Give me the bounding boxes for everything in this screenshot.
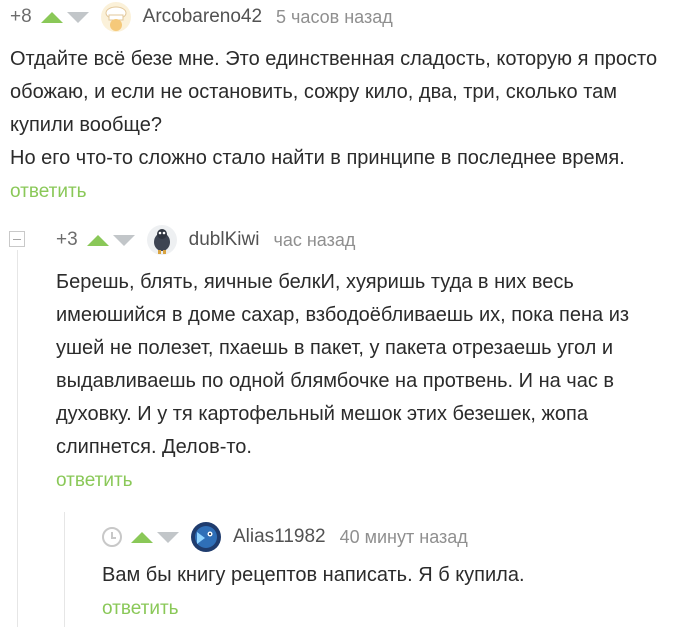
- clock-icon: [102, 527, 122, 547]
- reply-button[interactable]: ответить: [56, 470, 700, 492]
- comment-alias11982: Alias11982 40 минут назад Вам бы книгу р…: [102, 521, 700, 620]
- blue-creature-avatar-icon: [191, 522, 221, 552]
- thread-line[interactable]: [17, 250, 18, 627]
- comment-header: +3 dublKiwi час назад: [56, 224, 700, 256]
- author-name[interactable]: dublKiwi: [189, 229, 260, 251]
- collapse-thread-button[interactable]: [9, 231, 25, 247]
- comment-rating: +8: [10, 6, 32, 27]
- author-name[interactable]: Alias11982: [233, 526, 326, 548]
- comment-rating: +3: [56, 229, 78, 250]
- text-line: ушей не полезет, пхаешь в пакет, у пакет…: [56, 337, 614, 359]
- comment-text: Берешь, блять, яичные белкИ, хуяришь туд…: [56, 266, 700, 464]
- avatar[interactable]: [146, 225, 177, 255]
- downvote-icon[interactable]: [157, 531, 179, 543]
- comment-time[interactable]: 40 минут назад: [340, 527, 468, 548]
- comment-arcobareno42: +8 Arcobareno42 5 часов назад Отдайте вс…: [10, 1, 700, 203]
- upvote-icon[interactable]: [86, 234, 109, 246]
- comment-time[interactable]: час назад: [273, 230, 355, 251]
- chef-hat-avatar-icon: [100, 2, 131, 32]
- text-line: духовку. И у тя картофельный мешок этих …: [56, 403, 588, 425]
- kiwi-bird-avatar-icon: [146, 225, 177, 255]
- thread-line[interactable]: [64, 512, 65, 627]
- text-line: Отдайте всё безе мне. Это единственная с…: [10, 48, 658, 70]
- comment-text: Вам бы книгу рецептов написать. Я б купи…: [102, 559, 700, 592]
- downvote-icon[interactable]: [112, 234, 135, 246]
- text-line: имеюшийся в доме сахар, взбодоёбливаешь …: [56, 304, 630, 326]
- avatar[interactable]: [100, 2, 131, 32]
- text-line: слипнется. Делов-то.: [56, 436, 252, 458]
- upvote-icon[interactable]: [40, 11, 63, 23]
- text-line: купили вообще?: [10, 114, 162, 136]
- comment-header: +8 Arcobareno42 5 часов назад: [10, 1, 700, 33]
- text-line: выдавливаешь по одной блямбочке на протв…: [56, 370, 615, 392]
- reply-button[interactable]: ответить: [10, 181, 700, 203]
- text-line: Вам бы книгу рецептов написать. Я б купи…: [102, 564, 525, 586]
- author-name[interactable]: Arcobareno42: [143, 6, 262, 28]
- reply-button[interactable]: ответить: [102, 598, 700, 620]
- text-line: обожаю, и если не остановить, сожру кило…: [10, 81, 618, 103]
- text-line: Берешь, блять, яичные белкИ, хуяришь туд…: [56, 271, 574, 293]
- comment-text: Отдайте всё безе мне. Это единственная с…: [10, 43, 700, 175]
- downvote-icon[interactable]: [66, 11, 89, 23]
- comment-time[interactable]: 5 часов назад: [276, 7, 393, 28]
- avatar[interactable]: [191, 522, 221, 552]
- text-line: Но его что-то сложно стало найти в принц…: [10, 147, 625, 169]
- upvote-icon[interactable]: [131, 531, 153, 543]
- comment-dublkiwi: +3 dublKiwi час назад Берешь, блять, яич…: [56, 224, 700, 492]
- comment-header: Alias11982 40 минут назад: [102, 521, 700, 553]
